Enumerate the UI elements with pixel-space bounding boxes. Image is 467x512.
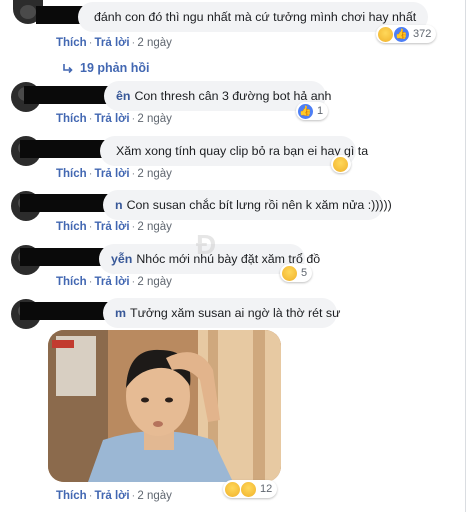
divider xyxy=(465,0,466,512)
comment-bubble: n Con susan chắc bít lưng rồi nên k xăm … xyxy=(103,190,392,220)
view-replies-link[interactable]: 19 phản hồi xyxy=(62,61,149,75)
redacted-name xyxy=(20,140,110,158)
reply-arrow-icon xyxy=(63,64,73,74)
watermark: Đ xyxy=(196,229,216,260)
reply-link[interactable]: Trả lời xyxy=(95,490,130,502)
comment-actions: Thích · Trả lời · 2 ngày xyxy=(56,221,172,233)
timestamp[interactable]: 2 ngày xyxy=(137,113,172,125)
reactions-badge[interactable]: 12 xyxy=(223,480,278,498)
redacted-name xyxy=(24,86,114,104)
comment-text: Tưởng xăm susan ai ngờ là thờ rét sư xyxy=(130,306,341,320)
haha-icon xyxy=(378,26,393,42)
timestamp[interactable]: 2 ngày xyxy=(137,37,172,49)
comment-text: đánh con đó thì ngu nhất mà cứ tưởng mìn… xyxy=(94,10,417,24)
man-photo-image xyxy=(48,330,281,482)
reply-link[interactable]: Trả lời xyxy=(95,37,130,49)
comment-bubble: Xăm xong tính quay clip bỏ ra bạn ei hay… xyxy=(100,136,368,166)
sad-icon xyxy=(241,481,256,497)
like-icon: 👍 xyxy=(298,103,313,119)
like-link[interactable]: Thích xyxy=(56,113,87,125)
reactions-badge[interactable] xyxy=(331,155,351,173)
comment-bubble: ên Con thresh cân 3 đường bot hả anh xyxy=(104,81,331,111)
comment-actions: Thích · Trả lời · 2 ngày xyxy=(56,276,172,288)
reaction-count: 12 xyxy=(260,483,273,495)
reply-link[interactable]: Trả lời xyxy=(95,221,130,233)
reply-link[interactable]: Trả lời xyxy=(95,276,130,288)
comment-actions: Thích · Trả lời · 2 ngày xyxy=(56,113,172,125)
commenter-name[interactable]: n xyxy=(115,198,123,212)
replies-count-label[interactable]: 19 phản hồi xyxy=(80,61,149,75)
reactions-badge[interactable]: 👍 372 xyxy=(376,25,437,43)
comment-text: Con thresh cân 3 đường bot hả anh xyxy=(134,89,332,103)
like-link[interactable]: Thích xyxy=(56,490,87,502)
reactions-badge[interactable]: 5 xyxy=(280,264,313,282)
timestamp[interactable]: 2 ngày xyxy=(137,221,172,233)
reactions-badge[interactable]: 👍 1 xyxy=(296,102,329,120)
comment-bubble: m Tưởng xăm susan ai ngờ là thờ rét sư xyxy=(103,298,341,328)
like-link[interactable]: Thích xyxy=(56,276,87,288)
like-link[interactable]: Thích xyxy=(56,168,87,180)
reaction-count: 372 xyxy=(413,28,432,40)
like-link[interactable]: Thích xyxy=(56,221,87,233)
reply-link[interactable]: Trả lời xyxy=(95,168,130,180)
comment-text: Con susan chắc bít lưng rồi nên k xăm nử… xyxy=(126,198,392,212)
haha-icon xyxy=(225,481,240,497)
comment-actions: Thích · Trả lời · 2 ngày xyxy=(56,168,172,180)
comment-actions: Thích · Trả lời · 2 ngày xyxy=(56,490,172,502)
reaction-count: 5 xyxy=(301,267,308,279)
like-icon: 👍 xyxy=(394,26,409,42)
comment-text: Xăm xong tính quay clip bỏ ra bạn ei hay… xyxy=(116,144,369,158)
timestamp[interactable]: 2 ngày xyxy=(137,168,172,180)
reaction-count: 1 xyxy=(317,105,324,117)
timestamp[interactable]: 2 ngày xyxy=(137,276,172,288)
commenter-name[interactable]: yễn xyxy=(111,252,132,266)
haha-icon xyxy=(333,156,348,172)
commenter-name[interactable]: ên xyxy=(116,89,130,103)
reply-link[interactable]: Trả lời xyxy=(95,113,130,125)
haha-icon xyxy=(282,265,297,281)
comment-bubble: đánh con đó thì ngu nhất mà cứ tưởng mìn… xyxy=(78,2,428,32)
timestamp[interactable]: 2 ngày xyxy=(137,490,172,502)
like-link[interactable]: Thích xyxy=(56,37,87,49)
comment-photo[interactable] xyxy=(48,330,281,482)
commenter-name[interactable]: m xyxy=(115,306,126,320)
comment-actions: Thích · Trả lời · 2 ngày xyxy=(56,37,172,49)
